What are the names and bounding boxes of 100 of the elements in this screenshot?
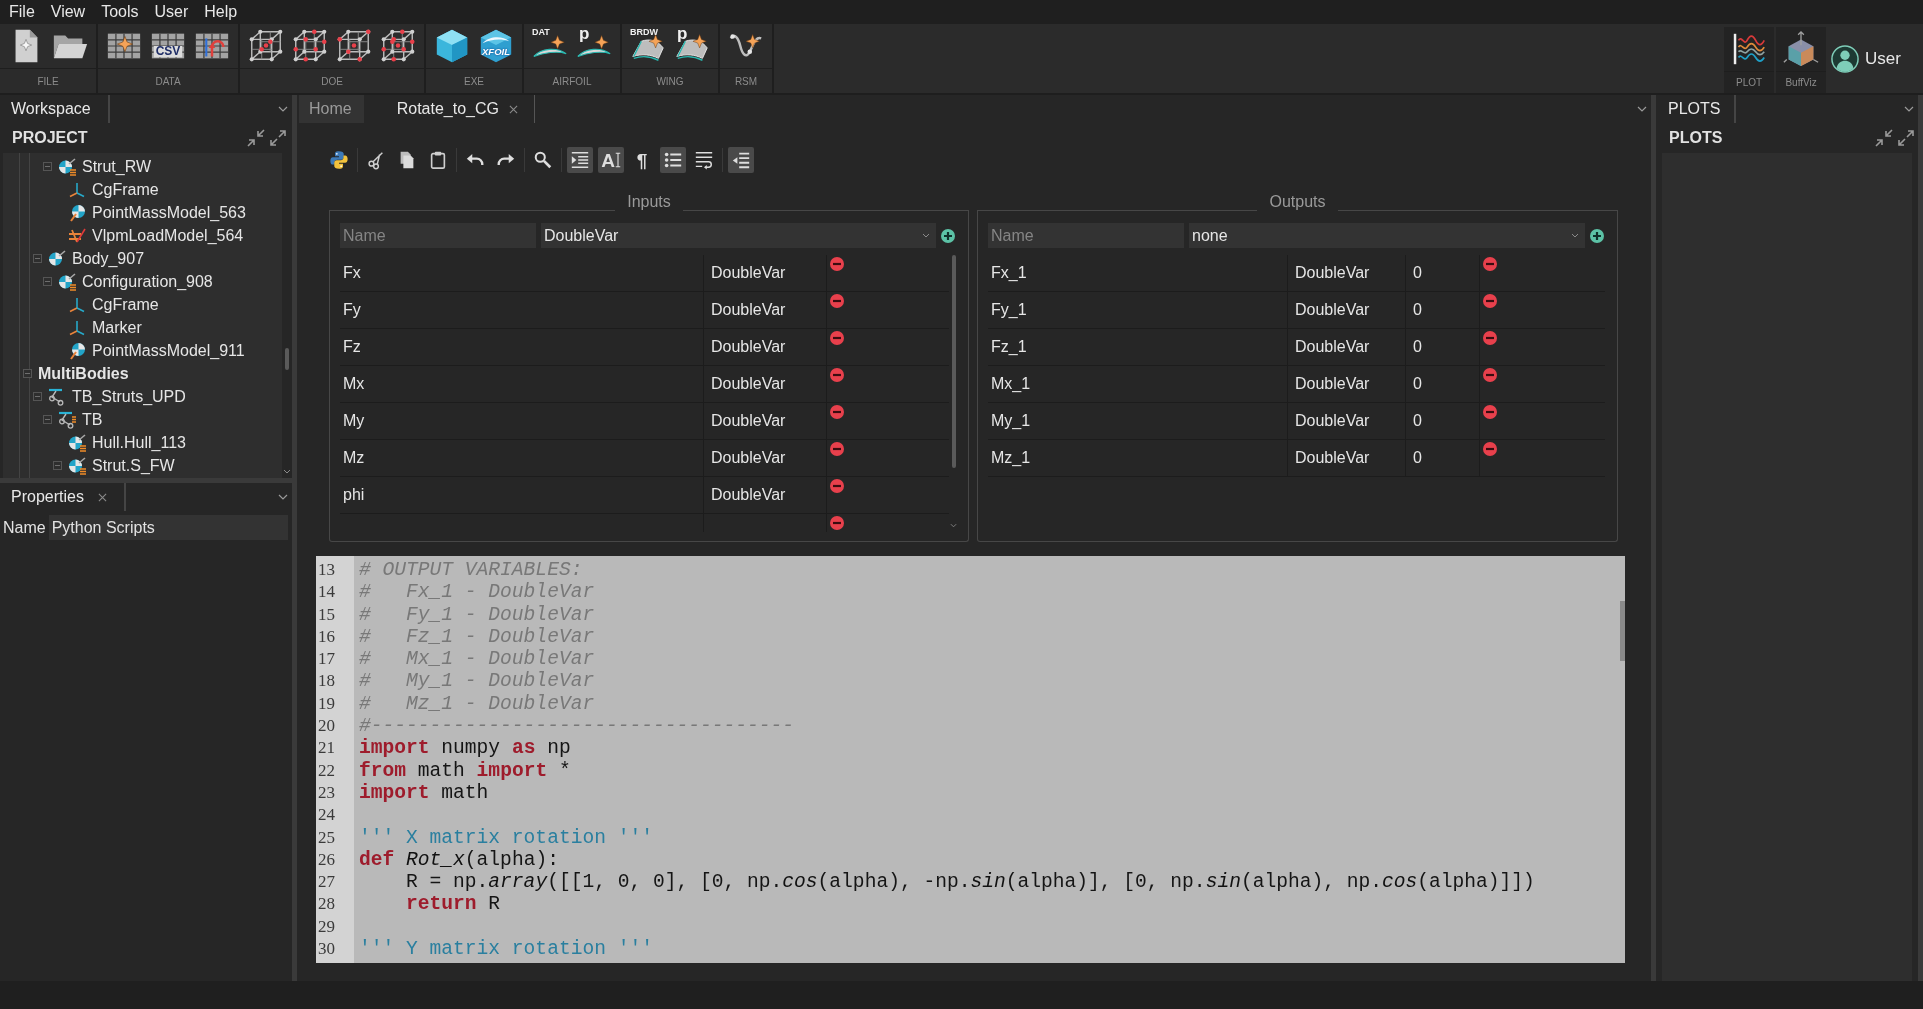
- panel-title: PROJECT: [12, 129, 88, 147]
- toolbar-button[interactable]: [660, 147, 686, 173]
- chevron-down-icon[interactable]: [278, 494, 288, 500]
- type-dropdown[interactable]: none: [1189, 223, 1585, 248]
- toolbar-button[interactable]: DAT: [528, 25, 572, 67]
- tree-item[interactable]: Strut_RW: [3, 155, 282, 178]
- code-line: # My_1 - DoubleVar: [359, 670, 595, 693]
- tree-item[interactable]: PointMassModel_563: [3, 201, 282, 224]
- editor-tab[interactable]: Home: [299, 95, 364, 123]
- tree-item[interactable]: CgFrame: [3, 178, 282, 201]
- minus-circle-icon[interactable]: [830, 257, 844, 271]
- pie-disc-list-icon: [58, 272, 76, 291]
- toolbar-button[interactable]: p: [572, 25, 616, 67]
- scissors-icon: [366, 150, 386, 170]
- chevron-down-icon[interactable]: [1637, 106, 1647, 112]
- expand-arrows-icon[interactable]: [269, 129, 287, 147]
- chevron-down-icon[interactable]: [283, 469, 291, 474]
- toolbar-button[interactable]: A: [598, 147, 624, 173]
- indent-icon: [570, 150, 590, 170]
- minus-box-icon[interactable]: [43, 162, 52, 171]
- toolbar-button[interactable]: BRDW: [626, 25, 670, 67]
- name-field[interactable]: Name: [988, 223, 1184, 248]
- toolbar-button[interactable]: CSV: [146, 25, 190, 67]
- tree-item[interactable]: Body_907: [3, 247, 282, 270]
- plus-circle-icon[interactable]: [941, 228, 955, 243]
- menu-item[interactable]: Help: [196, 1, 246, 23]
- dock-tab[interactable]: Properties: [0, 483, 126, 511]
- minus-circle-icon[interactable]: [830, 294, 844, 308]
- minus-box-icon[interactable]: [33, 392, 42, 401]
- chevron-down-icon[interactable]: [950, 523, 957, 528]
- scrollbar-thumb[interactable]: [1620, 601, 1625, 661]
- user-button[interactable]: User: [1826, 24, 1923, 93]
- minus-circle-icon[interactable]: [830, 442, 844, 456]
- minus-box-icon[interactable]: [43, 415, 52, 424]
- code-line: #------------------------------------: [359, 715, 795, 738]
- menu-item[interactable]: Tools: [93, 1, 147, 23]
- tree-item[interactable]: Configuration_908: [3, 270, 282, 293]
- name-field[interactable]: Name: [340, 223, 536, 248]
- line-number: 24: [318, 805, 335, 825]
- chevron-down-icon[interactable]: [1904, 106, 1914, 112]
- code-line: # Fy_1 - DoubleVar: [359, 603, 595, 626]
- tree-item[interactable]: PointMassModel_911: [3, 339, 282, 362]
- expand-arrows-icon[interactable]: [1897, 129, 1915, 147]
- minus-circle-icon[interactable]: [1483, 442, 1497, 456]
- minus-box-icon[interactable]: [23, 369, 32, 378]
- dock-tab[interactable]: PLOTS: [1656, 95, 1737, 123]
- tree-item[interactable]: VlpmLoadModel_564: [3, 224, 282, 247]
- value-cell: 0: [1405, 440, 1479, 476]
- minus-circle-icon[interactable]: [1483, 331, 1497, 345]
- minus-circle-icon[interactable]: [830, 405, 844, 419]
- menu-item[interactable]: File: [1, 1, 43, 23]
- toolbar-button[interactable]: ¶: [629, 147, 655, 173]
- tree-item[interactable]: Strut.S_FW: [3, 454, 282, 477]
- minus-box-icon[interactable]: [43, 277, 52, 286]
- name-cell-text: Fz_1: [990, 337, 1028, 357]
- tree-item[interactable]: TB: [3, 408, 282, 431]
- minus-circle-icon[interactable]: [1483, 405, 1497, 419]
- toolbar-button[interactable]: [567, 147, 593, 173]
- tree-item[interactable]: Marker: [3, 316, 282, 339]
- tree-item[interactable]: CgFrame: [3, 293, 282, 316]
- close-icon[interactable]: [97, 492, 107, 502]
- collapse-arrows-icon[interactable]: [1875, 129, 1893, 147]
- type-cell: DoubleVar: [703, 292, 826, 328]
- toolbar-button[interactable]: [728, 147, 754, 173]
- minus-circle-icon[interactable]: [1483, 257, 1497, 271]
- minus-circle-icon[interactable]: [830, 368, 844, 382]
- type-cell: DoubleVar: [703, 366, 826, 402]
- toolbar-button[interactable]: p: [670, 25, 714, 67]
- scrollbar-thumb[interactable]: [951, 255, 956, 468]
- tree-item[interactable]: MultiBodies: [3, 362, 282, 385]
- line-number: 16: [318, 626, 335, 646]
- minus-box-icon[interactable]: [33, 254, 42, 263]
- code-line: R = np.array([[1, 0, 0], [0, np.cos(alpha), -np.sin(alpha)], [0, np.sin(alpha), np.cos(alpha)]]): [405, 871, 1535, 894]
- minus-circle-icon[interactable]: [1483, 294, 1497, 308]
- tree-item[interactable]: TB_Struts_UPD: [3, 385, 282, 408]
- plus-circle-icon[interactable]: [1590, 228, 1604, 243]
- toolbar-group-label: PLOT: [1736, 77, 1763, 88]
- type-dropdown[interactable]: DoubleVar: [541, 223, 936, 248]
- minus-circle-icon[interactable]: [830, 479, 844, 493]
- name-cell-text: Mz: [342, 448, 366, 468]
- value-cell: 0: [1405, 255, 1479, 291]
- code-line: ''' X matrix rotation ''': [359, 826, 653, 849]
- minus-circle-icon[interactable]: [830, 516, 844, 530]
- axes-icon: [68, 295, 86, 314]
- menu-item[interactable]: User: [146, 1, 197, 23]
- toolbar-group-label: AIRFOIL: [552, 75, 592, 87]
- minus-circle-icon[interactable]: [1483, 368, 1497, 382]
- collapse-arrows-icon[interactable]: [247, 129, 265, 147]
- property-value-field[interactable]: Python Scripts: [48, 515, 288, 540]
- minus-circle-icon[interactable]: [830, 331, 844, 345]
- toolbar-group-label: RSM: [734, 75, 758, 87]
- line-number: 20: [318, 716, 335, 736]
- close-icon[interactable]: [508, 104, 518, 114]
- tree-item[interactable]: Hull.Hull_113: [3, 431, 282, 454]
- minus-box-icon[interactable]: [53, 461, 62, 470]
- menu-item[interactable]: View: [42, 1, 94, 23]
- chevron-down-icon[interactable]: [278, 106, 288, 112]
- dock-tab[interactable]: Workspace: [0, 95, 110, 123]
- code-editor[interactable]: [316, 556, 1625, 963]
- scrollbar-thumb[interactable]: [285, 348, 289, 370]
